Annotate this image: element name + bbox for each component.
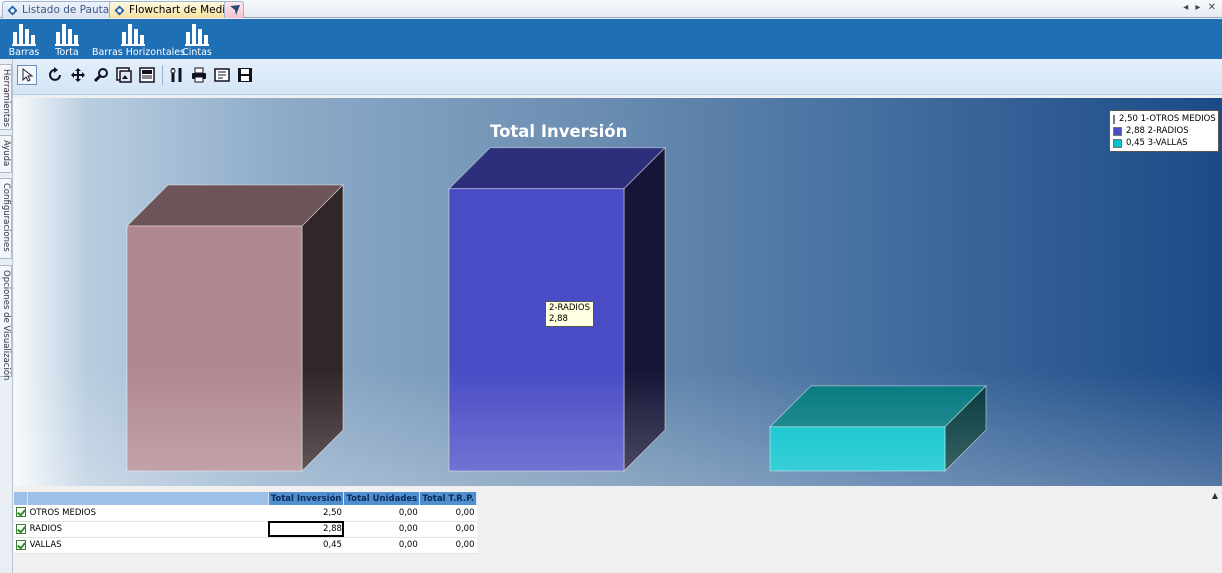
- copy-image-icon: [116, 67, 132, 83]
- bar-tooltip: 2-RADIOS 2,88: [545, 301, 594, 327]
- printer-icon: [192, 67, 206, 83]
- column-header-total-trp[interactable]: Total T.R.P.: [419, 492, 477, 505]
- cell-total-inversion[interactable]: 0,45: [268, 537, 344, 554]
- data-grid: Total Inversión Total Unidades Total T.R…: [14, 492, 477, 554]
- legend-swatch: [1113, 138, 1122, 148]
- legend-swatch: [1113, 114, 1115, 124]
- bar-side-face: [623, 146, 666, 472]
- tools-icon: [170, 68, 182, 82]
- document-tab-strip: Listado de Pautas Flowchart de Medios ◂ …: [0, 0, 1222, 18]
- bar-chart-icon: [92, 22, 174, 44]
- move-arrows-icon: [71, 68, 85, 82]
- row-name: VALLAS: [27, 537, 269, 554]
- cintas-button[interactable]: Cintas: [182, 19, 212, 59]
- cell-total-trp[interactable]: 0,00: [419, 505, 477, 522]
- row-checkbox[interactable]: [15, 539, 26, 550]
- print-preview-icon: [214, 68, 230, 82]
- legend-swatch: [1113, 126, 1122, 136]
- export-button[interactable]: [137, 65, 157, 85]
- chart-toolbar: [0, 59, 1222, 95]
- rotate-icon: [49, 67, 61, 81]
- data-grid-panel: Total Inversión Total Unidades Total T.R…: [14, 487, 1222, 573]
- scroll-up-arrow-icon[interactable]: ▲: [1210, 491, 1220, 501]
- rotate-tool-button[interactable]: [46, 65, 66, 85]
- cell-total-inversion[interactable]: 2,88: [268, 521, 344, 538]
- bar-3-vallas[interactable]: [769, 384, 987, 472]
- tab-extra[interactable]: [224, 1, 244, 18]
- print-button[interactable]: [189, 65, 209, 85]
- column-header-total-inversion[interactable]: Total Inversión: [268, 492, 345, 505]
- cell-total-unidades[interactable]: 0,00: [343, 521, 420, 538]
- column-header-total-unidades[interactable]: Total Unidades: [343, 492, 421, 505]
- row-checkbox[interactable]: [15, 507, 26, 518]
- chart-plot: [126, 146, 987, 472]
- save-button[interactable]: [235, 65, 255, 85]
- chart-legend: 2,50 1-OTROS MEDIOS 2,88 2-RADIOS 0,45 3…: [1109, 110, 1219, 152]
- table-row: VALLAS 0,45 0,00 0,00: [14, 537, 477, 554]
- properties-button[interactable]: [167, 65, 187, 85]
- bar-chart-area[interactable]: Total Inversión 2,50 1-OTROS MEDIOS 2,88…: [14, 98, 1222, 486]
- barras-horizontales-button[interactable]: Barras Horizontales: [92, 19, 185, 59]
- grid-header-row: Total Inversión Total Unidades Total T.R…: [14, 492, 477, 505]
- cell-total-inversion[interactable]: 2,50: [268, 505, 344, 522]
- bar-chart-icon: [182, 22, 212, 44]
- bar-chart-icon: [8, 22, 40, 44]
- side-tab-ayuda[interactable]: Ayuda: [0, 135, 12, 173]
- row-checkbox[interactable]: [15, 523, 26, 534]
- move-tool-button[interactable]: [68, 65, 88, 85]
- side-tab-herramientas[interactable]: Herramientas: [0, 64, 12, 130]
- cursor-arrow-icon: [22, 68, 34, 82]
- bar-front-face: [448, 188, 625, 472]
- app-logo-icon: [114, 5, 125, 16]
- pointer-tool-button[interactable]: [17, 65, 37, 85]
- print-preview-button[interactable]: [212, 65, 232, 85]
- row-name: RADIOS: [27, 521, 269, 538]
- export-document-icon: [139, 67, 155, 83]
- barras-button[interactable]: Barras: [8, 19, 40, 59]
- tab-scroll-close-controls[interactable]: ◂ ▸ ✕: [1183, 2, 1218, 13]
- side-tab-opciones-visualizacion[interactable]: Opciones de Visualización: [0, 265, 12, 380]
- bar-chart-icon: [52, 22, 82, 44]
- tab-listado-de-pautas[interactable]: Listado de Pautas: [2, 1, 122, 18]
- side-panel-tabs: Herramientas Ayuda Configuraciones Opcio…: [0, 59, 13, 573]
- chart-type-ribbon: Barras Torta Barras Horizontales Cintas: [0, 19, 1222, 59]
- cell-total-trp[interactable]: 0,00: [419, 537, 477, 554]
- bar-1-otros-medios[interactable]: [126, 184, 344, 472]
- row-name: OTROS MEDIOS: [27, 505, 269, 522]
- legend-item-otros-medios: 2,50 1-OTROS MEDIOS: [1113, 113, 1216, 125]
- legend-item-radios: 2,88 2-RADIOS: [1113, 125, 1215, 137]
- bar-front-face: [769, 426, 946, 472]
- table-row: OTROS MEDIOS 2,50 0,00 0,00: [14, 505, 477, 522]
- zoom-tool-button[interactable]: [91, 65, 111, 85]
- torta-button[interactable]: Torta: [52, 19, 82, 59]
- side-tab-configuraciones[interactable]: Configuraciones: [0, 178, 12, 259]
- cell-total-unidades[interactable]: 0,00: [343, 505, 420, 522]
- table-row: RADIOS 2,88 0,00 0,00: [14, 521, 477, 538]
- magnifier-icon: [93, 68, 108, 83]
- floppy-disk-icon: [238, 68, 252, 82]
- app-logo-icon: [7, 5, 18, 16]
- cell-total-unidades[interactable]: 0,00: [343, 537, 420, 554]
- cell-total-trp[interactable]: 0,00: [419, 521, 477, 538]
- copy-image-button[interactable]: [114, 65, 134, 85]
- bar-side-face: [301, 184, 344, 472]
- legend-item-vallas: 0,45 3-VALLAS: [1113, 137, 1215, 149]
- bar-front-face: [126, 225, 303, 472]
- chart-title: Total Inversión: [490, 122, 628, 141]
- arrow-logo-icon: [230, 5, 240, 15]
